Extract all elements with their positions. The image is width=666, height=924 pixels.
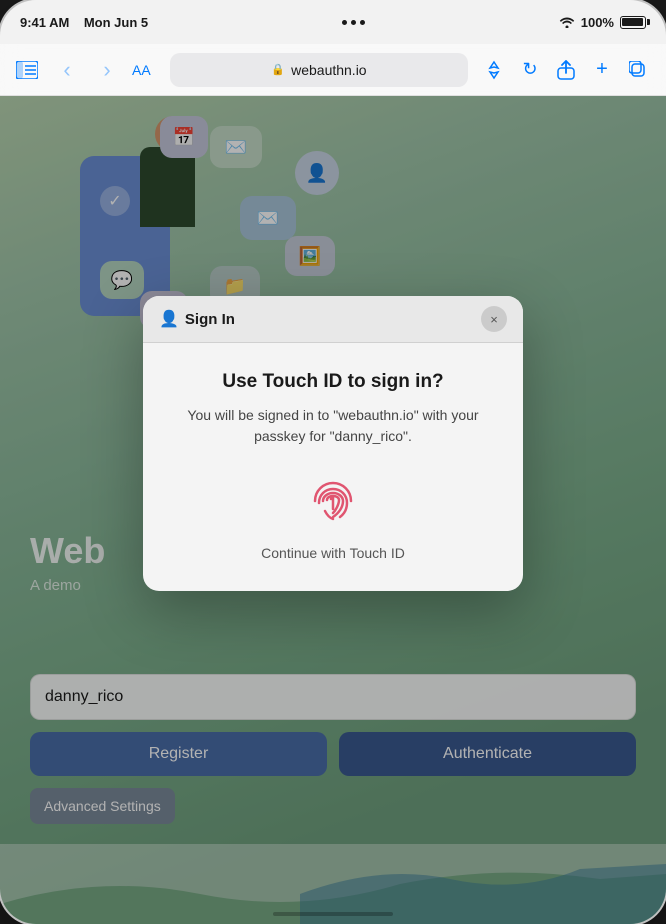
status-center-dots [342,20,365,25]
battery-container [620,16,646,29]
modal-close-button[interactable]: × [481,306,507,332]
dot-2 [351,20,356,25]
ipad-frame: 9:41 AM Mon Jun 5 100% [0,0,666,924]
url-text: webauthn.io [291,62,367,78]
modal-person-icon: 👤 [159,309,179,329]
tabs-button[interactable] [622,54,654,86]
touch-id-icon[interactable] [303,471,363,531]
reload-button[interactable]: ↻ [514,54,546,86]
modal-header-title: Sign In [185,311,235,328]
battery-percent: 100% [581,15,614,30]
back-button[interactable]: ‹ [52,55,82,85]
modal-close-label: × [490,312,498,327]
airdrop-button[interactable] [478,54,510,86]
modal-title: Use Touch ID to sign in? [173,371,493,393]
modal-overlay: 👤 Sign In × Use Touch ID to sign in? You… [0,96,666,924]
battery [620,16,646,29]
status-right: 100% [559,15,646,30]
nav-bar: ‹ › AA 🔒 webauthn.io ↻ + [0,44,666,96]
touch-id-modal: 👤 Sign In × Use Touch ID to sign in? You… [143,296,523,591]
modal-body: Use Touch ID to sign in? You will be sig… [143,343,523,591]
modal-description: You will be signed in to "webauthn.io" w… [173,405,493,447]
new-tab-button[interactable]: + [586,54,618,86]
home-indicator [273,912,393,916]
lock-icon: 🔒 [271,63,285,76]
forward-button[interactable]: › [92,55,122,85]
reader-view-button[interactable]: AA [132,62,160,78]
time-text: 9:41 AM [20,15,69,30]
status-time: 9:41 AM Mon Jun 5 [20,15,148,30]
sidebar-toggle-button[interactable] [12,55,42,85]
modal-header-left: 👤 Sign In [159,309,235,329]
status-bar: 9:41 AM Mon Jun 5 100% [0,0,666,44]
nav-actions: ↻ + [478,54,654,86]
date-text: Mon Jun 5 [84,15,148,30]
battery-fill [622,18,643,26]
touch-id-label: Continue with Touch ID [173,545,493,561]
url-bar[interactable]: 🔒 webauthn.io [170,53,468,87]
modal-header: 👤 Sign In × [143,296,523,343]
share-button[interactable] [550,54,582,86]
main-content: ✓ 📅 ✉️ ✉️ 👤 🖼️ 📁 📊 💬 Web A demo [0,96,666,924]
dot-3 [360,20,365,25]
wifi-icon [559,16,575,28]
dot-1 [342,20,347,25]
fingerprint-svg [305,473,361,529]
